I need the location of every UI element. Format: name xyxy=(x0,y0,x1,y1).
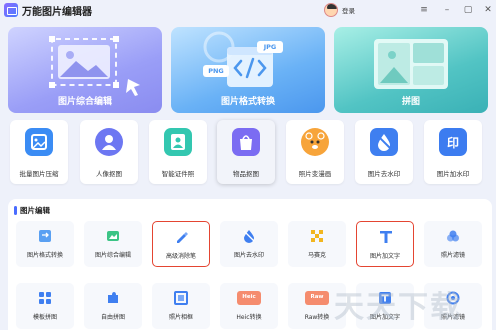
tool-label: 图片加文字 xyxy=(369,253,400,260)
compress-icon xyxy=(25,128,53,156)
edit-image-icon xyxy=(107,231,119,241)
tool-image-edit[interactable]: 图片综合编辑 xyxy=(84,221,142,267)
quick-tool-compress[interactable]: 批量图片压缩 xyxy=(10,120,68,184)
tool-format-convert[interactable]: 图片格式转换 xyxy=(16,221,74,267)
tool-label: 照片相框 xyxy=(168,314,193,321)
raw-badge: Raw xyxy=(310,294,324,300)
app-title: 万能图片编辑器 xyxy=(22,7,92,18)
heic-badge: Heic xyxy=(242,294,256,300)
tool-label: 马赛克 xyxy=(307,252,326,259)
tool-label: Heic转换 xyxy=(236,314,262,321)
tool-remove-watermark[interactable]: 图片去水印 xyxy=(220,221,278,267)
remove-watermark-icon xyxy=(370,128,398,156)
tool-label: 自由拼图 xyxy=(100,314,125,321)
tool-eraser-pen[interactable]: 高级消除笔 xyxy=(152,221,210,267)
tool-label: 模板拼图 xyxy=(32,314,57,321)
tag-png: PNG xyxy=(208,67,224,75)
quick-tool-add-watermark[interactable]: 印 图片加水印 xyxy=(424,120,482,184)
filter-icon xyxy=(447,230,459,242)
heic-icon: Heic xyxy=(237,291,261,305)
tool-label: 图片综合编辑 xyxy=(94,252,131,259)
quick-tool-label: 智能证件照 xyxy=(161,170,195,178)
title-bar: 万能图片编辑器 登录 ≡ – ▢ ✕ xyxy=(0,0,496,22)
tool-label: 高级消除笔 xyxy=(165,253,196,260)
droplet-icon xyxy=(243,230,255,243)
portrait-cutout-icon xyxy=(95,128,123,156)
minimize-icon[interactable]: – xyxy=(441,4,453,16)
quick-tool-label: 图片去水印 xyxy=(367,170,401,178)
eraser-pen-icon xyxy=(177,232,188,243)
tool-template-collage[interactable]: 模板拼图 xyxy=(16,283,74,329)
quick-tool-label: 批量图片压缩 xyxy=(19,170,59,178)
quick-tool-label: 人像抠图 xyxy=(96,170,122,178)
quick-tool-label: 物品抠图 xyxy=(233,170,259,178)
add-watermark-icon: 印 xyxy=(439,128,467,156)
quick-tool-object-cutout[interactable]: 物品抠图 xyxy=(217,120,275,184)
banner-collage[interactable]: 拼图 xyxy=(334,27,488,113)
quick-tool-label: 图片加水印 xyxy=(436,170,470,178)
banner-label: 拼图 xyxy=(401,97,420,107)
section-title: 图片编辑 xyxy=(20,206,50,215)
tool-photo-frame[interactable]: 照片相框 xyxy=(152,283,210,329)
puzzle-icon xyxy=(108,292,118,303)
menu-icon[interactable]: ≡ xyxy=(418,4,430,16)
cartoon-icon xyxy=(301,128,329,156)
tool-label: 图片去水印 xyxy=(233,252,264,259)
quick-tool-cartoon[interactable]: 照片变漫画 xyxy=(286,120,344,184)
close-icon[interactable]: ✕ xyxy=(482,4,494,16)
maximize-icon[interactable]: ▢ xyxy=(462,4,474,16)
raw-icon: Raw xyxy=(305,291,329,305)
banner-label: 图片格式转换 xyxy=(220,97,275,107)
quick-tool-label: 照片变漫画 xyxy=(298,170,332,178)
tool-photo-filter[interactable]: 照片滤镜 xyxy=(424,221,482,267)
tag-jpg: JPG xyxy=(263,43,277,51)
object-cutout-icon xyxy=(232,128,260,156)
tool-heic-convert[interactable]: Heic Heic转换 xyxy=(220,283,278,329)
id-photo-icon xyxy=(164,128,192,156)
tool-label: 图片格式转换 xyxy=(26,252,63,259)
mosaic-icon xyxy=(311,230,323,242)
quick-tools: 批量图片压缩 人像抠图 智能证件照 物品抠图 照片变漫画 图片去水印 印 图片加… xyxy=(8,120,488,190)
tool-free-collage[interactable]: 自由拼图 xyxy=(84,283,142,329)
watermark-overlay: 天天下载 xyxy=(334,290,462,325)
login-link[interactable]: 登录 xyxy=(342,5,355,15)
frame-icon xyxy=(174,291,188,305)
quick-tool-portrait-cutout[interactable]: 人像抠图 xyxy=(80,120,138,184)
avatar[interactable] xyxy=(324,3,338,17)
app-logo-icon xyxy=(4,3,18,17)
banner-format-convert[interactable]: JPG PNG 图片格式转换 xyxy=(171,27,325,113)
quick-tool-remove-watermark[interactable]: 图片去水印 xyxy=(355,120,413,184)
tool-add-text[interactable]: 图片加文字 xyxy=(356,221,414,267)
tool-mosaic[interactable]: 马赛克 xyxy=(288,221,346,267)
quick-tool-id-photo[interactable]: 智能证件照 xyxy=(149,120,207,184)
banner-image-edit[interactable]: 图片综合编辑 xyxy=(8,27,162,113)
text-icon xyxy=(380,231,392,243)
tool-label: 照片滤镜 xyxy=(440,252,465,259)
banner-label: 图片综合编辑 xyxy=(57,97,112,107)
format-icon xyxy=(39,230,51,242)
template-icon xyxy=(39,292,51,304)
section-accent xyxy=(14,206,17,215)
svg-text:印: 印 xyxy=(447,136,459,150)
